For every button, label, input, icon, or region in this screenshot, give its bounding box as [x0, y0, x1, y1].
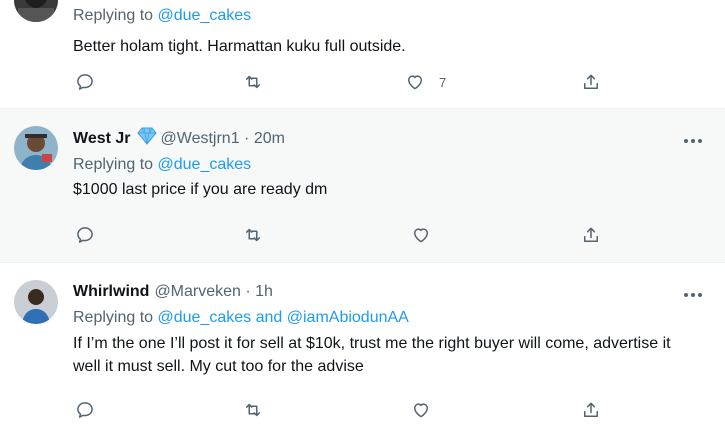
retweet-button[interactable]	[243, 223, 263, 247]
avatar-image	[14, 280, 58, 324]
reply-button[interactable]	[75, 398, 95, 422]
more-icon	[684, 293, 702, 297]
like-button[interactable]: 7	[405, 70, 446, 94]
share-button[interactable]	[581, 70, 601, 94]
replying-to-label: Replying to	[73, 156, 154, 173]
replying-to-label: Replying to	[73, 309, 154, 326]
avatar[interactable]	[14, 126, 58, 170]
share-button[interactable]	[581, 223, 601, 247]
tweet-actions: 7	[73, 70, 613, 94]
like-button[interactable]	[411, 398, 431, 422]
heart-icon	[414, 228, 428, 243]
reply-button[interactable]	[75, 70, 95, 94]
avatar[interactable]	[14, 280, 58, 324]
avatar-image	[14, 126, 58, 170]
diamond-icon	[136, 127, 157, 151]
tweet-text: $1000 last price if you are ready dm	[73, 181, 328, 198]
tweet[interactable]: Whirlwind @Marveken · 1h Replying to @du…	[0, 263, 725, 426]
retweet-button[interactable]	[243, 70, 263, 94]
replying-to: Replying to @due_cakes and @iamAbiodunAA	[73, 308, 695, 328]
retweet-button[interactable]	[243, 398, 263, 422]
avatar-image	[14, 0, 58, 22]
more-icon	[684, 139, 702, 143]
retweet-icon	[246, 228, 260, 242]
heart-icon	[408, 75, 422, 90]
heart-icon	[414, 403, 428, 418]
avatar[interactable]	[14, 0, 58, 22]
handle-and-time[interactable]: @Marveken · 1h	[154, 282, 273, 302]
display-name[interactable]: West Jr	[73, 129, 131, 149]
replying-to: Replying to @due_cakes	[73, 6, 695, 26]
share-icon	[584, 402, 598, 417]
more-options-button[interactable]	[683, 131, 703, 149]
tweet-header: Whirlwind @Marveken · 1h	[73, 282, 695, 302]
tweet[interactable]: West Jr @Westjrn1 · 20m Replying to @due…	[0, 109, 725, 262]
retweet-icon	[246, 75, 260, 89]
mention-link[interactable]: @due_cakes	[158, 7, 252, 24]
mention-link[interactable]: @due_cakes	[158, 156, 252, 173]
like-button[interactable]	[411, 223, 431, 247]
reply-button[interactable]	[75, 223, 95, 247]
reply-icon	[77, 402, 93, 418]
retweet-icon	[246, 403, 260, 417]
reply-icon	[77, 74, 93, 90]
display-name[interactable]: Whirlwind	[73, 282, 149, 302]
share-icon	[584, 74, 598, 89]
more-options-button[interactable]	[683, 285, 703, 303]
replying-to-label: Replying to	[73, 7, 154, 24]
tweet-actions	[73, 223, 613, 247]
replying-to-joiner: and	[255, 309, 283, 326]
tweet[interactable]: Replying to @due_cakes Better holam tigh…	[0, 0, 725, 108]
tweet-header: West Jr @Westjrn1 · 20m	[73, 127, 695, 151]
mention-link[interactable]: @due_cakes	[158, 309, 252, 326]
share-icon	[584, 227, 598, 242]
tweet-actions	[73, 398, 613, 422]
replying-to: Replying to @due_cakes	[73, 155, 695, 175]
share-button[interactable]	[581, 398, 601, 422]
tweet-text: If I’m the one I’ll post it for sell at …	[73, 335, 671, 375]
handle-and-time[interactable]: @Westjrn1 · 20m	[161, 129, 285, 149]
tweet-text: Better holam tight. Harmattan kuku full …	[73, 38, 406, 55]
like-count: 7	[439, 74, 447, 90]
reply-icon	[77, 227, 93, 243]
mention-link[interactable]: @iamAbiodunAA	[287, 309, 409, 326]
